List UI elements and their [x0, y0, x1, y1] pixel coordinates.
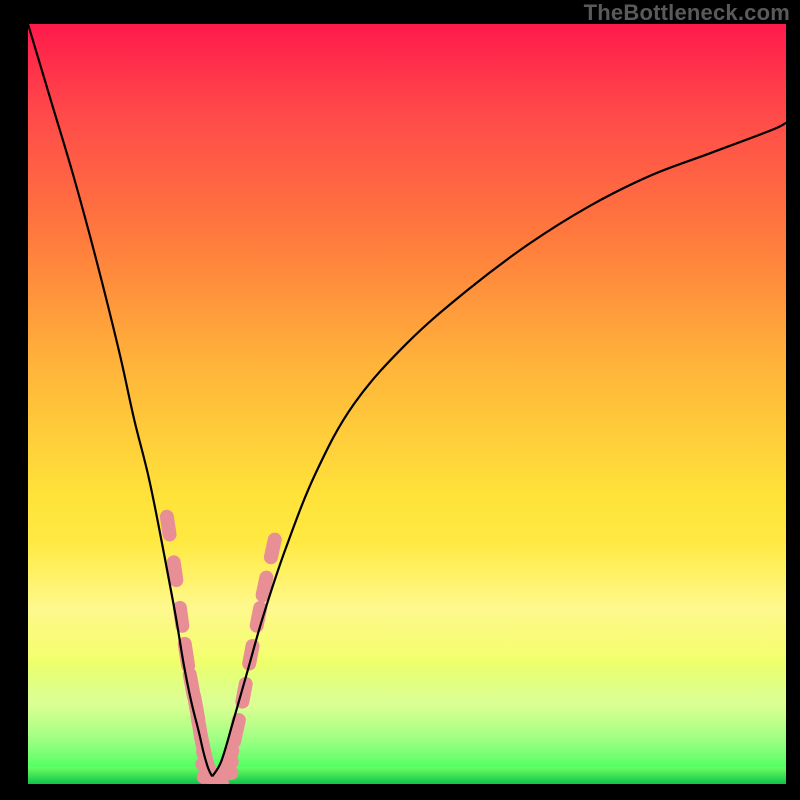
marker-segment: [225, 751, 232, 772]
marker-segment: [234, 720, 239, 741]
marker-segment: [167, 517, 170, 535]
curve-left-branch: [28, 24, 212, 776]
marker-segment: [271, 540, 275, 558]
curve-layer: [28, 24, 786, 784]
marker-segment: [180, 608, 182, 626]
marker-segment: [185, 644, 188, 666]
marker-segment: [174, 562, 177, 580]
plot-area: [28, 24, 786, 784]
chart-frame: TheBottleneck.com: [0, 0, 800, 800]
marker-segment: [263, 578, 267, 596]
watermark-text: TheBottleneck.com: [584, 2, 790, 24]
curve-right-branch: [212, 123, 786, 777]
marker-dots: [167, 517, 275, 784]
marker-segment: [257, 608, 261, 626]
